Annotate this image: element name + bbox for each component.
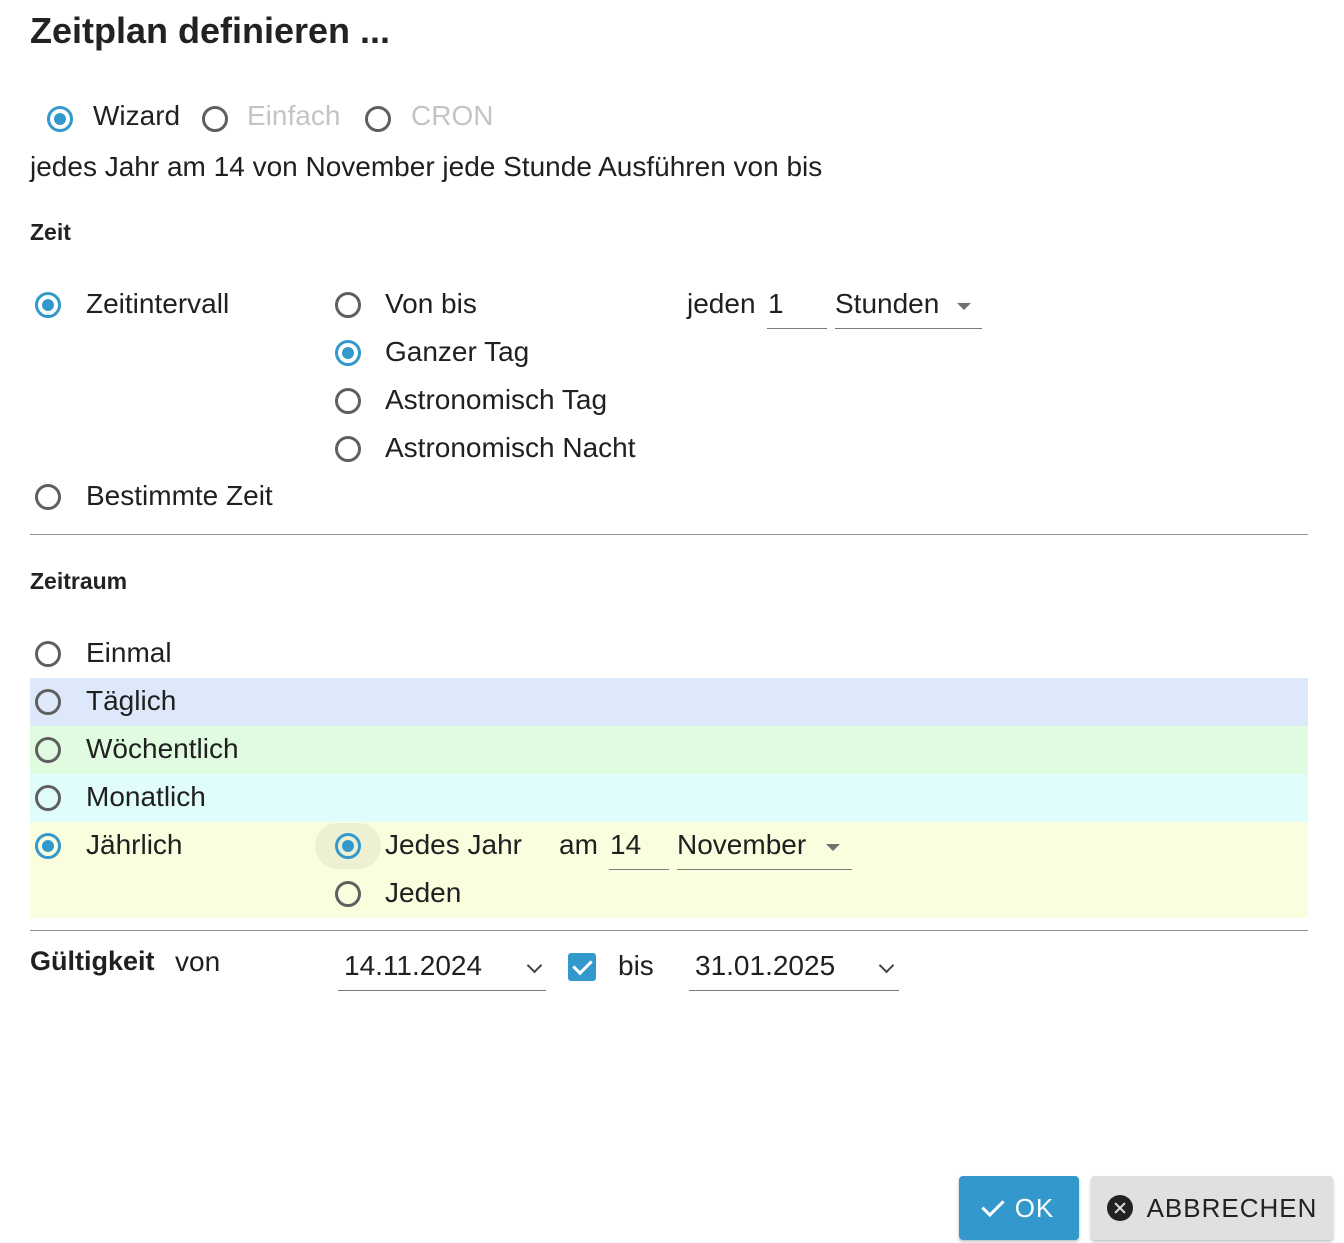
label-astronomisch-tag[interactable]: Astronomisch Tag <box>385 384 607 416</box>
radio-jaehrlich[interactable] <box>35 833 61 859</box>
radio-astronomisch-nacht[interactable] <box>335 436 361 462</box>
mode-label-einfach[interactable]: Einfach <box>247 100 340 132</box>
interval-unit-select[interactable]: Stunden <box>835 288 939 320</box>
radio-bestimmte-zeit[interactable] <box>35 484 61 510</box>
cancel-button[interactable]: ABBRECHEN <box>1091 1176 1333 1240</box>
ok-button[interactable]: OK <box>959 1176 1079 1240</box>
until-checkbox[interactable] <box>568 953 596 981</box>
label-zeitintervall[interactable]: Zeitintervall <box>86 288 229 320</box>
radio-von-bis[interactable] <box>335 292 361 318</box>
radio-zeitintervall[interactable] <box>35 292 61 318</box>
label-monatlich[interactable]: Monatlich <box>86 781 206 813</box>
caret-down-icon[interactable] <box>826 844 840 851</box>
radio-monatlich[interactable] <box>35 785 61 811</box>
label-gueltigkeit: Gültigkeit <box>30 946 155 976</box>
label-jeden-yearly[interactable]: Jeden <box>385 877 461 909</box>
section-heading-zeit: Zeit <box>30 219 71 245</box>
radio-einmal[interactable] <box>35 641 61 667</box>
date-until-underline <box>689 990 899 991</box>
label-woechentlich[interactable]: Wöchentlich <box>86 733 239 765</box>
label-jeden: jeden <box>687 288 756 319</box>
interval-value-input[interactable]: 1 <box>768 288 784 320</box>
divider <box>30 930 1308 931</box>
mode-label-wizard[interactable]: Wizard <box>93 100 180 132</box>
check-icon <box>984 1197 997 1219</box>
row-band-jaehrlich <box>30 822 1308 918</box>
label-am: am <box>559 829 598 860</box>
label-jaehrlich[interactable]: Jährlich <box>86 829 182 861</box>
yearly-month-select[interactable]: November <box>677 829 806 861</box>
cancel-button-label: ABBRECHEN <box>1146 1192 1318 1223</box>
label-astronomisch-nacht[interactable]: Astronomisch Nacht <box>385 432 636 464</box>
section-heading-zeitraum: Zeitraum <box>30 568 128 594</box>
label-jedes-jahr[interactable]: Jedes Jahr <box>385 829 522 861</box>
caret-down-icon[interactable] <box>957 303 971 310</box>
mode-radio-cron[interactable] <box>365 106 391 132</box>
row-band-taeglich <box>30 678 1308 726</box>
label-von-bis[interactable]: Von bis <box>385 288 477 320</box>
interval-input-underline <box>767 328 827 329</box>
radio-astronomisch-tag[interactable] <box>335 388 361 414</box>
label-bestimmte-zeit[interactable]: Bestimmte Zeit <box>86 480 273 512</box>
unit-select-underline <box>835 328 982 329</box>
yearly-day-input[interactable]: 14 <box>610 829 641 861</box>
label-einmal[interactable]: Einmal <box>86 637 172 669</box>
date-until-input[interactable]: 31.01.2025 <box>695 950 835 982</box>
radio-ganzer-tag[interactable] <box>335 340 361 366</box>
label-taeglich[interactable]: Täglich <box>86 685 176 717</box>
cancel-icon <box>1106 1195 1133 1221</box>
day-input-underline <box>609 869 669 870</box>
radio-taeglich[interactable] <box>35 689 61 715</box>
label-bis: bis <box>618 950 654 981</box>
mode-label-cron[interactable]: CRON <box>411 100 493 132</box>
radio-jedes-jahr[interactable] <box>335 833 361 859</box>
mode-radio-einfach[interactable] <box>202 106 228 132</box>
label-ganzer-tag[interactable]: Ganzer Tag <box>385 336 529 368</box>
label-von: von <box>175 946 221 977</box>
mode-radio-wizard[interactable] <box>47 106 73 132</box>
dialog-title: Zeitplan definieren ... <box>30 10 391 51</box>
schedule-summary: jedes Jahr am 14 von November jede Stund… <box>30 151 823 182</box>
chevron-down-icon[interactable] <box>878 957 895 974</box>
radio-woechentlich[interactable] <box>35 737 61 763</box>
month-select-underline <box>677 869 852 870</box>
divider <box>30 534 1308 535</box>
date-from-input[interactable]: 14.11.2024 <box>344 950 482 982</box>
ok-button-label: OK <box>1014 1192 1055 1223</box>
date-from-underline <box>338 990 546 991</box>
row-band-monatlich <box>30 774 1308 822</box>
radio-jeden[interactable] <box>335 881 361 907</box>
chevron-down-icon[interactable] <box>526 957 543 974</box>
